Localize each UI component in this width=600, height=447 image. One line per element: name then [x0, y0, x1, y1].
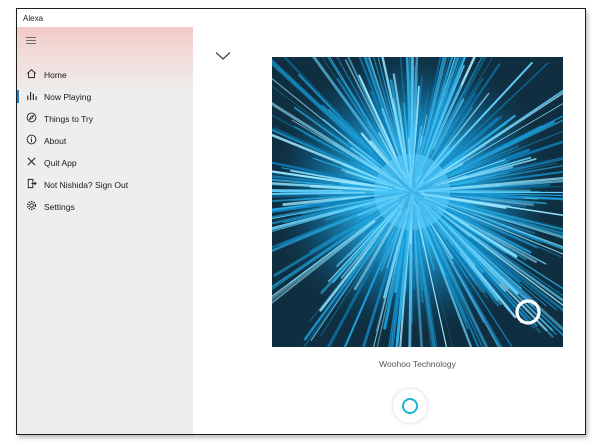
sidebar-item-label: Settings [44, 202, 75, 212]
alexa-ring-icon [515, 299, 541, 325]
sidebar-item-label: Quit App [44, 158, 77, 168]
sidebar-item-quit-app[interactable]: Quit App [17, 152, 193, 174]
compass-icon [26, 112, 37, 123]
app-window: Alexa Home Now Playing Things to Try Abo… [16, 8, 586, 435]
sidebar-item-sign-out[interactable]: Not Nishida? Sign Out [17, 174, 193, 196]
sign-out-icon [27, 178, 37, 189]
album-art [272, 57, 563, 347]
sidebar-item-label: Now Playing [44, 92, 92, 102]
sidebar-item-settings[interactable]: Settings [17, 196, 193, 218]
alexa-voice-button[interactable] [393, 389, 427, 423]
sidebar-item-things-to-try[interactable]: Things to Try [17, 108, 193, 130]
sidebar-item-label: Not Nishida? Sign Out [44, 180, 129, 190]
bar-chart-icon [27, 91, 37, 101]
sidebar-item-home[interactable]: Home [17, 64, 193, 86]
hamburger-menu-icon[interactable] [26, 37, 36, 44]
info-icon [26, 134, 37, 145]
home-icon [27, 69, 36, 79]
sidebar-item-label: Things to Try [44, 114, 94, 124]
sidebar: Home Now Playing Things to Try About Qui… [17, 27, 193, 434]
sidebar-item-about[interactable]: About [17, 130, 193, 152]
alexa-ring-icon [402, 398, 418, 414]
sidebar-item-label: Home [44, 70, 67, 80]
close-icon [27, 157, 36, 166]
now-playing-pane: Woohoo Technology [193, 27, 585, 434]
sidebar-item-label: About [44, 136, 67, 146]
gear-icon [26, 200, 37, 211]
chevron-down-icon[interactable] [215, 51, 231, 61]
title-bar: Alexa [17, 9, 585, 27]
track-caption: Woohoo Technology [379, 359, 456, 369]
sidebar-item-now-playing[interactable]: Now Playing [17, 86, 193, 108]
window-title: Alexa [23, 14, 44, 23]
